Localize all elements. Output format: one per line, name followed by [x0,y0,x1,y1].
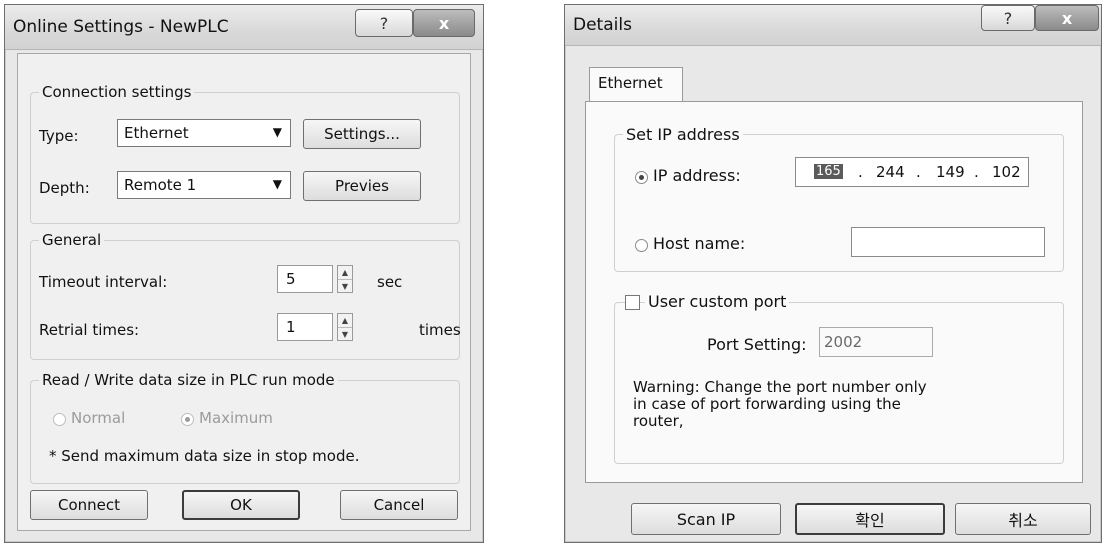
ethernet-tab-panel: Set IP address IP address: 165 . 244 . 1… [585,101,1083,483]
online-settings-body: Connection settings Type: Ethernet ▼ Set… [17,53,471,531]
close-button[interactable]: x [1035,5,1099,31]
spin-up-icon[interactable]: ▲ [338,266,352,280]
depth-label: Depth: [39,179,90,197]
settings-button[interactable]: Settings... [303,119,421,149]
close-icon: x [438,13,450,33]
tab-ethernet-label: Ethernet [598,74,663,92]
set-ip-group: Set IP address IP address: 165 . 244 . 1… [614,125,1064,272]
close-icon: x [1061,8,1073,28]
dropdown-arrow-icon: ▼ [272,125,282,139]
cancel-button[interactable]: 취소 [955,503,1091,535]
ip-octet-3[interactable]: 149 [936,163,965,181]
general-label: General [39,231,105,249]
normal-radio-label: Normal [71,409,126,427]
details-window: Details ? x Ethernet Set IP address IP a… [564,4,1102,543]
port-warning: Warning: Change the port number only in … [633,378,927,430]
host-name-radio-label: Host name: [653,234,746,253]
retrial-unit: times [419,321,461,339]
help-icon: ? [379,13,389,33]
timeout-input[interactable]: 5 [277,265,333,293]
help-button[interactable]: ? [355,9,413,37]
scan-ip-button[interactable]: Scan IP [631,503,781,535]
ip-dot-3: . [974,163,979,181]
close-button[interactable]: x [413,9,475,37]
spin-up-icon[interactable]: ▲ [338,314,352,328]
details-window-title: Details [573,15,632,35]
details-titlebar[interactable]: Details ? x [565,5,1101,46]
timeout-label: Timeout interval: [39,273,168,291]
rw-note: * Send maximum data size in stop mode. [49,447,360,465]
online-settings-window: Online Settings - NewPLC ? x Connection … [4,4,484,543]
rw-size-label: Read / Write data size in PLC run mode [39,371,338,389]
type-label: Type: [39,127,79,145]
port-value: 2002 [824,333,863,351]
port-input[interactable]: 2002 [819,327,933,357]
retrial-input[interactable]: 1 [277,313,333,341]
timeout-unit: sec [377,273,403,291]
ip-address-radio-label: IP address: [653,166,741,185]
retrial-label: Retrial times: [39,321,140,339]
custom-port-checkbox[interactable] [625,295,640,310]
ip-address-radio[interactable] [635,171,648,184]
ip-octet-4[interactable]: 102 [992,163,1021,181]
window-title: Online Settings - NewPLC [13,17,229,37]
ip-address-input[interactable]: 165 . 244 . 149 . 102 [795,157,1029,187]
normal-radio[interactable] [53,413,66,426]
custom-port-group: User custom port Port Setting: 2002 Warn… [614,292,1064,464]
general-group: General Timeout interval: 5 ▲ ▼ sec Retri… [30,231,461,360]
host-name-input[interactable] [851,227,1045,257]
type-select-value: Ethernet [124,124,189,142]
host-name-radio[interactable] [635,239,648,252]
ip-octet-2[interactable]: 244 [876,163,905,181]
connection-settings-label: Connection settings [39,83,195,101]
custom-port-label: User custom port [645,292,790,311]
ip-dot-1: . [858,163,863,181]
help-icon: ? [1003,8,1013,28]
tab-ethernet[interactable]: Ethernet [589,67,683,103]
connect-button[interactable]: Connect [30,490,148,520]
maximum-radio[interactable] [181,413,194,426]
retrial-spinner[interactable]: ▲ ▼ [337,313,353,341]
depth-select-value: Remote 1 [124,176,197,194]
online-settings-titlebar[interactable]: Online Settings - NewPLC ? x [5,5,483,50]
dropdown-arrow-icon: ▼ [272,177,282,191]
previes-button[interactable]: Previes [303,171,421,201]
port-setting-label: Port Setting: [707,335,807,354]
set-ip-label: Set IP address [623,125,743,144]
spin-down-icon[interactable]: ▼ [338,328,352,341]
cancel-button[interactable]: Cancel [340,490,458,520]
depth-select[interactable]: Remote 1 ▼ [117,171,291,199]
timeout-spinner[interactable]: ▲ ▼ [337,265,353,293]
ok-button[interactable]: 확인 [795,503,945,535]
help-button[interactable]: ? [981,5,1035,31]
connection-settings-group: Connection settings Type: Ethernet ▼ Set… [30,83,460,224]
type-select[interactable]: Ethernet ▼ [117,119,291,147]
spin-down-icon[interactable]: ▼ [338,280,352,293]
ip-octet-1[interactable]: 165 [814,164,843,179]
maximum-radio-label: Maximum [199,409,273,427]
ip-dot-2: . [916,163,921,181]
rw-size-group: Read / Write data size in PLC run mode N… [30,371,460,484]
ok-button[interactable]: OK [182,490,300,520]
